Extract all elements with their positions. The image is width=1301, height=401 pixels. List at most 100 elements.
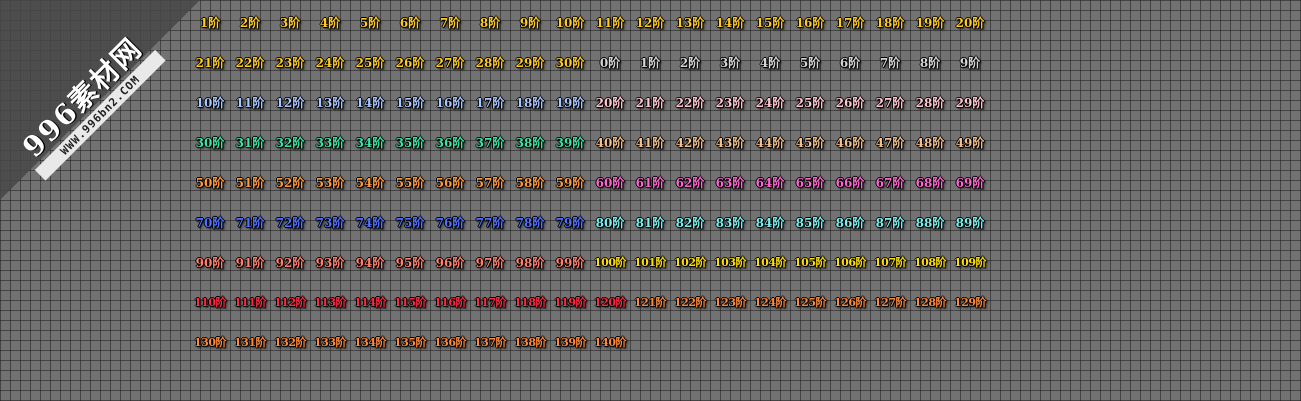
level-label: 108阶 (914, 256, 946, 269)
level-label: 138阶 (514, 336, 546, 349)
level-label: 32阶 (275, 135, 305, 150)
level-label: 140阶 (594, 336, 626, 349)
level-label: 116阶 (434, 296, 466, 309)
level-label: 82阶 (675, 215, 705, 230)
level-label: 3阶 (719, 55, 741, 70)
level-label: 112阶 (274, 296, 306, 309)
level-label: 53阶 (315, 175, 345, 190)
level-label: 17阶 (475, 95, 505, 110)
level-label: 9阶 (959, 55, 981, 70)
level-label: 57阶 (475, 175, 505, 190)
level-label: 52阶 (275, 175, 305, 190)
level-label: 22阶 (235, 55, 265, 70)
level-label: 27阶 (875, 95, 905, 110)
level-label: 98阶 (515, 255, 545, 270)
level-label: 136阶 (434, 336, 466, 349)
level-label: 70阶 (195, 215, 225, 230)
level-label: 13阶 (315, 95, 345, 110)
level-label: 47阶 (875, 135, 905, 150)
level-label: 18阶 (515, 95, 545, 110)
level-label: 71阶 (235, 215, 265, 230)
level-label: 54阶 (355, 175, 385, 190)
level-label: 15阶 (395, 95, 425, 110)
level-label: 59阶 (555, 175, 585, 190)
level-label: 90阶 (195, 255, 225, 270)
level-label: 50阶 (195, 175, 225, 190)
level-label: 42阶 (675, 135, 705, 150)
level-label: 81阶 (635, 215, 665, 230)
level-label: 113阶 (314, 296, 346, 309)
level-label: 17阶 (835, 15, 865, 30)
level-label: 13阶 (675, 15, 705, 30)
level-label: 111阶 (234, 296, 266, 309)
watermark-corner (0, 0, 200, 200)
level-label: 7阶 (439, 15, 461, 30)
level-label: 119阶 (554, 296, 586, 309)
level-label: 28阶 (475, 55, 505, 70)
level-label: 72阶 (275, 215, 305, 230)
level-label: 28阶 (915, 95, 945, 110)
level-label: 51阶 (235, 175, 265, 190)
level-label: 2阶 (679, 55, 701, 70)
level-label: 5阶 (799, 55, 821, 70)
level-label: 131阶 (234, 336, 266, 349)
level-label: 8阶 (919, 55, 941, 70)
level-label: 23阶 (715, 95, 745, 110)
level-label: 11阶 (595, 15, 625, 30)
level-label: 38阶 (515, 135, 545, 150)
level-label: 19阶 (915, 15, 945, 30)
level-label: 139阶 (554, 336, 586, 349)
level-label: 101阶 (634, 256, 666, 269)
level-label: 104阶 (754, 256, 786, 269)
level-label: 65阶 (795, 175, 825, 190)
level-label: 83阶 (715, 215, 745, 230)
level-label: 114阶 (354, 296, 386, 309)
level-label: 95阶 (395, 255, 425, 270)
level-label: 48阶 (915, 135, 945, 150)
level-label: 1阶 (199, 15, 221, 30)
level-label: 46阶 (835, 135, 865, 150)
level-label: 87阶 (875, 215, 905, 230)
level-label: 5阶 (359, 15, 381, 30)
level-label-grid: 1阶 2阶 3阶 4阶 5阶 6阶 7阶 8阶 9阶 10阶 11阶 12阶 13阶 14阶 15阶 16阶 1… (190, 2, 990, 362)
level-label: 109阶 (954, 256, 986, 269)
level-label: 129阶 (954, 296, 986, 309)
level-label: 23阶 (275, 55, 305, 70)
watermark-brand: 996素材网 (16, 31, 149, 164)
level-label: 30阶 (195, 135, 225, 150)
level-label: 132阶 (274, 336, 306, 349)
level-label: 122阶 (674, 296, 706, 309)
level-label: 92阶 (275, 255, 305, 270)
level-label: 20阶 (955, 15, 985, 30)
level-label: 24阶 (755, 95, 785, 110)
level-label: 134阶 (354, 336, 386, 349)
level-label: 26阶 (395, 55, 425, 70)
level-label: 25阶 (355, 55, 385, 70)
level-label: 126阶 (834, 296, 866, 309)
level-label: 60阶 (595, 175, 625, 190)
level-label: 68阶 (915, 175, 945, 190)
level-label: 103阶 (714, 256, 746, 269)
level-label: 34阶 (355, 135, 385, 150)
level-label: 121阶 (634, 296, 666, 309)
level-label: 8阶 (479, 15, 501, 30)
level-label: 26阶 (835, 95, 865, 110)
level-label: 56阶 (435, 175, 465, 190)
level-label: 24阶 (315, 55, 345, 70)
level-label: 137阶 (474, 336, 506, 349)
level-label: 89阶 (955, 215, 985, 230)
level-label: 30阶 (555, 55, 585, 70)
watermark-band: 996素材网 WWW.996bn2.COM (0, 0, 200, 200)
level-label: 64阶 (755, 175, 785, 190)
level-label: 127阶 (874, 296, 906, 309)
watermark: 996素材网 WWW.996bn2.COM (0, 0, 200, 200)
level-label: 25阶 (795, 95, 825, 110)
level-label: 9阶 (519, 15, 541, 30)
level-label: 80阶 (595, 215, 625, 230)
level-label: 55阶 (395, 175, 425, 190)
level-label: 58阶 (515, 175, 545, 190)
watermark-url: WWW.996bn2.COM (34, 49, 166, 181)
level-label: 29阶 (515, 55, 545, 70)
level-label: 14阶 (355, 95, 385, 110)
level-label: 66阶 (835, 175, 865, 190)
